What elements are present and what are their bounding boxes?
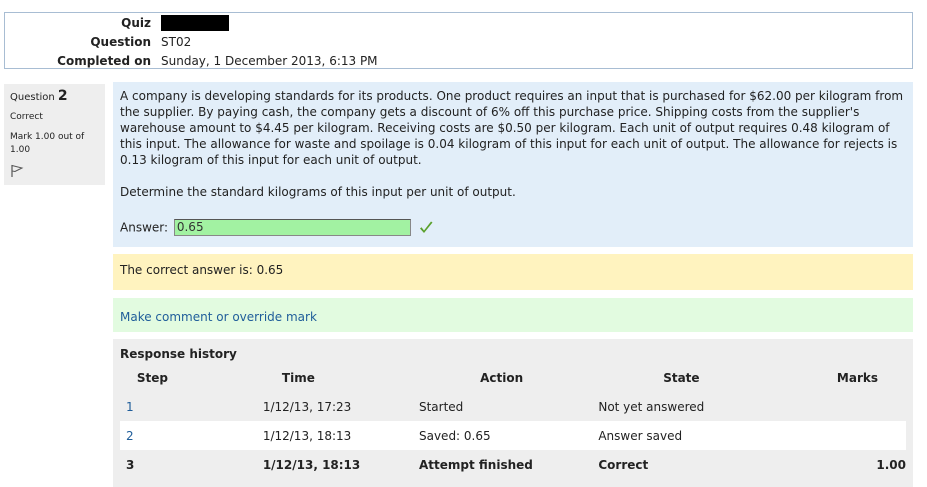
step-link-1[interactable]: 1	[126, 400, 134, 414]
response-history-title: Response history	[120, 347, 237, 361]
history-marks	[771, 421, 906, 450]
summary-value-completed: Sunday, 1 December 2013, 6:13 PM	[161, 54, 378, 68]
question-info: Question 2 Correct Mark 1.00 out of 1.00	[4, 84, 105, 185]
summary-label-completed: Completed on	[57, 54, 151, 68]
table-row-current: 3 1/12/13, 18:13 Attempt finished Correc…	[120, 450, 906, 479]
table-row: 1 1/12/13, 17:23 Started Not yet answere…	[120, 392, 906, 421]
response-history: Response history Step Time Action State …	[113, 339, 913, 487]
right-answer: The correct answer is: 0.65	[120, 263, 284, 277]
answer-label: Answer:	[120, 220, 169, 235]
question-state: Correct	[10, 112, 43, 122]
summary-label-quiz: Quiz	[121, 16, 151, 30]
question-number-value: 2	[57, 88, 68, 104]
summary-row-completed: Completed on Sunday, 1 December 2013, 6:…	[5, 52, 378, 71]
history-action: Saved: 0.65	[411, 421, 592, 450]
history-header-row: Step Time Action State Marks	[120, 364, 906, 392]
history-state: Answer saved	[591, 421, 772, 450]
header-time: Time	[281, 371, 315, 385]
history-step: 3	[120, 450, 185, 479]
header-action: Action	[480, 371, 524, 385]
redacted-quiz-name	[161, 15, 229, 31]
summary-table: Quiz Question ST02 Completed on Sunday, …	[5, 14, 378, 71]
question-grade: Mark 1.00 out of 1.00	[10, 132, 85, 155]
history-marks: 1.00	[771, 450, 906, 479]
history-marks	[771, 392, 906, 421]
step-link-2[interactable]: 2	[126, 429, 134, 443]
answer-row: Answer: 0.65	[120, 219, 434, 236]
flag-icon[interactable]	[10, 164, 24, 178]
comment-override-link[interactable]: Make comment or override mark	[120, 310, 317, 324]
header-step: Step	[136, 371, 168, 385]
question-number: Question 2	[10, 88, 68, 104]
history-time: 1/12/13, 18:13	[184, 421, 412, 450]
history-action: Attempt finished	[411, 450, 592, 479]
outcome-box: The correct answer is: 0.65	[113, 254, 913, 290]
history-time: 1/12/13, 17:23	[184, 392, 412, 421]
summary-value-question: ST02	[161, 35, 192, 49]
comment-box: Make comment or override mark	[113, 298, 913, 332]
question-prompt: Determine the standard kilograms of this…	[120, 185, 516, 199]
history-time: 1/12/13, 18:13	[184, 450, 412, 479]
summary-value-quiz	[159, 14, 378, 33]
table-row: 2 1/12/13, 18:13 Saved: 0.65 Answer save…	[120, 421, 906, 450]
check-mark-icon	[419, 221, 433, 233]
question-body: A company is developing standards for it…	[120, 89, 904, 167]
question-formulation: A company is developing standards for it…	[113, 82, 913, 247]
question-text: A company is developing standards for it…	[120, 88, 905, 216]
header-marks: Marks	[836, 371, 878, 385]
history-action: Started	[411, 392, 592, 421]
summary-row-question: Question ST02	[5, 33, 378, 52]
summary-label-question: Question	[90, 35, 151, 49]
answer-input[interactable]: 0.65	[173, 219, 411, 236]
response-history-table: Step Time Action State Marks 1 1/12/13, …	[120, 364, 906, 479]
question-number-label: Question	[10, 92, 55, 103]
summary-row-quiz: Quiz	[5, 14, 378, 33]
history-state: Not yet answered	[591, 392, 772, 421]
review-summary: Quiz Question ST02 Completed on Sunday, …	[4, 12, 913, 69]
history-state: Correct	[591, 450, 772, 479]
header-state: State	[663, 371, 700, 385]
